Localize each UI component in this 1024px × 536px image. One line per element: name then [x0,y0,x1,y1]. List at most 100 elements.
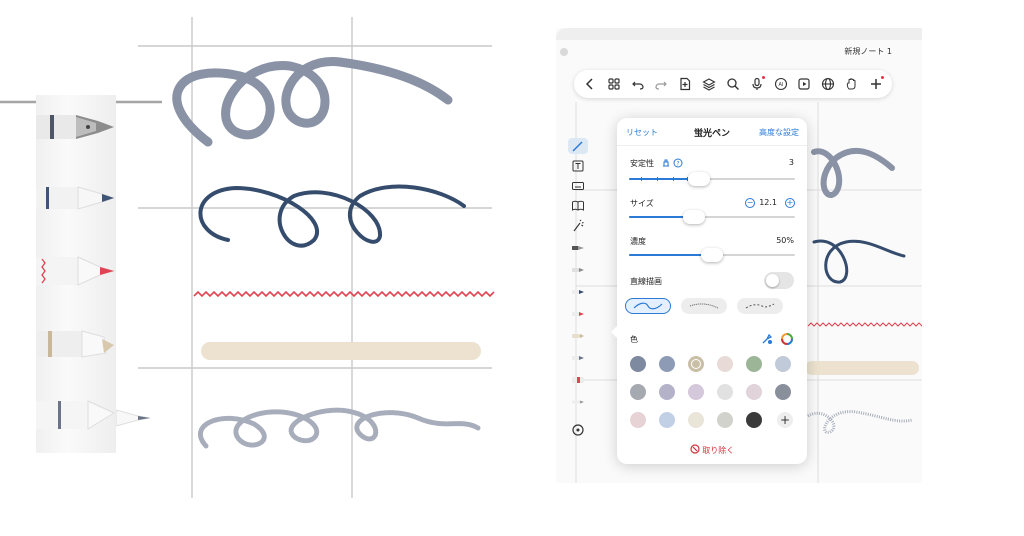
pen-settings-popover: リセット 蛍光ペン 高度な設定 安定性 ? 3 サイズ − 12.1 + 濃度 … [611,118,807,464]
pen-2-icon [572,356,584,360]
fountain-pen-icon [572,246,584,250]
color-swatch[interactable] [688,412,704,428]
grid-button[interactable] [606,76,622,92]
tool-red-pen[interactable] [568,306,588,322]
color-swatch[interactable] [630,412,646,428]
top-toolbar: AI [574,70,892,98]
straight-line-label: 直線描画 [630,277,662,286]
color-swatch[interactable] [775,356,791,372]
tool-strip [564,136,592,450]
tool-book[interactable] [568,198,588,214]
tool-text[interactable] [568,158,588,174]
color-swatch[interactable] [746,384,762,400]
keyboard-icon [572,182,584,190]
tool-pencil[interactable] [568,394,588,410]
tool-highlighter-active[interactable] [568,138,588,154]
pen-icon [572,141,583,152]
tool-keyboard[interactable] [568,178,588,194]
pencil-icon [572,400,584,404]
tool-magic[interactable] [568,218,588,234]
color-label: 色 [630,335,638,344]
navy-pen-icon [572,290,584,294]
undo-button[interactable] [630,76,646,92]
hand-button[interactable] [844,76,860,92]
color-swatch[interactable] [630,384,646,400]
advanced-settings-button[interactable]: 高度な設定 [759,127,799,138]
tool-settings[interactable] [568,422,588,438]
redo-icon [655,81,668,90]
line-style-smooth-button[interactable] [625,298,671,314]
color-swatch[interactable] [688,384,704,400]
add-page-icon [680,77,691,91]
tool-navy-pen[interactable] [568,284,588,300]
add-color-button[interactable]: + [777,412,793,428]
color-swatch[interactable] [659,412,675,428]
tool-gray-pen[interactable] [568,262,588,278]
color-swatch[interactable] [688,356,704,372]
ballpoint-pen-icon [36,186,116,210]
size-slider-thumb[interactable] [682,210,705,224]
color-swatch[interactable] [630,356,646,372]
pencil-stroke [197,407,481,449]
mic-icon [752,77,762,90]
size-increase-button[interactable]: + [785,198,795,208]
eraser-icon [572,377,584,383]
layers-button[interactable] [701,76,717,92]
eyedropper-icon[interactable] [761,333,773,345]
color-swatch[interactable] [717,412,733,428]
back-button[interactable] [582,76,598,92]
pencil-tip-icon [116,409,151,427]
color-swatch[interactable] [659,384,675,400]
play-button[interactable] [796,76,812,92]
tool-fountain-pen[interactable] [568,240,588,256]
remove-label: 取り除く [702,446,735,455]
color-swatch[interactable] [746,412,762,428]
size-decrease-button[interactable]: − [745,198,755,208]
highlighter-icon [36,330,114,358]
taper-line-icon [689,303,719,309]
opacity-value: 50% [776,236,794,245]
opacity-slider[interactable] [629,248,795,262]
mic-button[interactable] [749,76,765,92]
tool-highlighter[interactable] [568,328,588,344]
color-swatch[interactable] [746,356,762,372]
magic-pen-icon [573,219,584,232]
minus-icon: − [746,198,754,207]
add-button[interactable] [868,76,884,92]
hand-icon [846,78,856,90]
remove-button[interactable]: 取り除く [617,444,807,456]
line-style-dashed-button[interactable] [737,298,783,314]
size-value: 12.1 [759,198,777,207]
color-swatch[interactable] [775,384,791,400]
pen-illustrations [36,115,116,430]
line-style-taper-button[interactable] [681,298,727,314]
tool-eraser[interactable] [568,372,588,388]
red-pen-stroke [193,290,495,298]
notification-dot [880,76,884,79]
redo-button[interactable] [653,76,669,92]
navy-pen-stroke [198,184,466,248]
grid-icon [608,78,620,90]
remove-icon [690,444,700,454]
size-slider[interactable] [629,210,795,224]
stamp-icon [663,159,669,167]
ai-button[interactable]: AI [773,76,789,92]
plus-icon: + [779,413,791,427]
opacity-slider-thumb[interactable] [701,248,723,262]
color-wheel-icon[interactable] [781,333,793,345]
svg-text:?: ? [676,161,679,168]
stability-slider-thumb[interactable] [687,172,710,186]
straight-line-toggle[interactable] [764,272,794,289]
color-swatch[interactable] [717,384,733,400]
add-page-button[interactable] [677,76,693,92]
svg-text:AI: AI [778,82,783,88]
search-button[interactable] [725,76,741,92]
color-swatch[interactable] [717,356,733,372]
search-icon [727,78,739,90]
stability-slider[interactable] [629,172,795,186]
color-swatch[interactable] [659,356,675,372]
gray-pen-stroke [172,57,453,147]
globe-button[interactable] [820,76,836,92]
opacity-slider-fill [629,254,712,256]
tool-pen-2[interactable] [568,350,588,366]
